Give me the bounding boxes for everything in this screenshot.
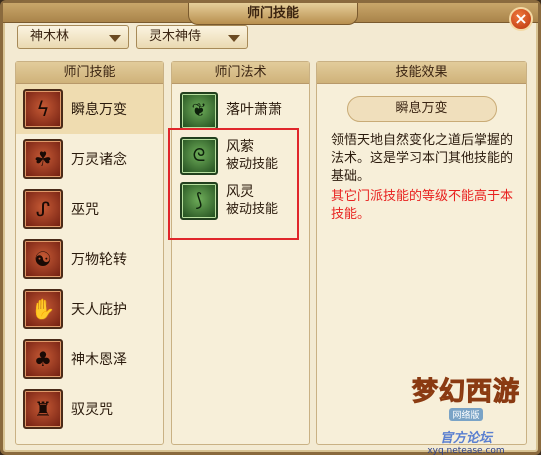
skill-label: 巫咒 — [71, 202, 99, 218]
game-watermark: 梦幻西游 网络版 官方论坛 xyq.netease.com — [397, 371, 535, 455]
skill-description: 领悟天地自然变化之道后掌握的法术。这是学习本门其他技能的基础。 — [331, 133, 514, 184]
sect-dropdown[interactable]: 神木林 — [17, 25, 129, 49]
spell-label: 落叶萧萧 — [226, 102, 282, 118]
logo-badge: 网络版 — [449, 408, 483, 421]
close-button[interactable]: × — [509, 7, 533, 31]
chevron-down-icon — [228, 35, 240, 42]
leaves-icon: ❦ — [180, 91, 218, 130]
spirit-icon: ♜ — [23, 389, 63, 429]
yin-yang-icon: ☯ — [23, 239, 63, 279]
skill-row[interactable]: ♣ 神木恩泽 — [16, 334, 163, 384]
skill-row[interactable]: ♜ 驭灵咒 — [16, 384, 163, 434]
skill-row[interactable]: ☘ 万灵诸念 — [16, 134, 163, 184]
sect-spells-panel: 师门法术 ❦ 落叶萧萧 ᘓ 风萦 被动技能 ⟆ 风灵 被动技能 — [171, 61, 310, 445]
selected-skill-name: 瞬息万变 — [346, 96, 497, 122]
skill-effect-header: 技能效果 — [317, 62, 526, 84]
skill-row[interactable]: ☯ 万物轮转 — [16, 234, 163, 284]
skill-label: 驭灵咒 — [71, 402, 113, 418]
skill-row[interactable]: ᔑ 巫咒 — [16, 184, 163, 234]
forum-url: xyq.netease.com — [427, 446, 505, 455]
sect-dropdown-value: 神木林 — [30, 29, 70, 44]
passive-skills-highlight — [168, 128, 299, 240]
skill-row[interactable]: ϟ 瞬息万变 — [16, 84, 163, 134]
skill-warning: 其它门派技能的等级不能高于本技能。 — [331, 189, 514, 222]
role-dropdown[interactable]: 灵木神侍 — [136, 25, 248, 49]
forum-label: 官方论坛 — [439, 431, 492, 446]
window-title: 师门技能 — [188, 3, 358, 25]
skill-row[interactable]: ✋ 天人庇护 — [16, 284, 163, 334]
lightning-icon: ϟ — [23, 89, 63, 129]
sect-skills-panel: 师门技能 ϟ 瞬息万变 ☘ 万灵诸念 ᔑ 巫咒 ☯ 万物轮转 ✋ 天人庇护 ♣ 神木恩泽 ♜ 驭灵咒 — [15, 61, 164, 445]
skill-label: 神木恩泽 — [71, 352, 127, 368]
chevron-down-icon — [109, 35, 121, 42]
hands-icon: ✋ — [23, 289, 63, 329]
skill-label: 天人庇护 — [71, 302, 127, 318]
beast-icon: ☘ — [23, 139, 63, 179]
skill-label: 瞬息万变 — [71, 102, 127, 118]
sect-skills-list: ϟ 瞬息万变 ☘ 万灵诸念 ᔑ 巫咒 ☯ 万物轮转 ✋ 天人庇护 ♣ 神木恩泽 ♜ 驭灵咒 — [16, 84, 163, 434]
spell-row[interactable]: ❦ 落叶萧萧 — [172, 88, 309, 133]
curse-icon: ᔑ — [23, 189, 63, 229]
spell-text: 落叶萧萧 — [226, 102, 282, 119]
skill-label: 万物轮转 — [71, 252, 127, 268]
tree-icon: ♣ — [23, 339, 63, 379]
sect-spells-header: 师门法术 — [172, 62, 309, 84]
game-logo: 梦幻西游 — [411, 377, 520, 408]
sect-skills-header: 师门技能 — [16, 62, 163, 84]
skill-label: 万灵诸念 — [71, 152, 127, 168]
role-dropdown-value: 灵木神侍 — [149, 29, 202, 44]
